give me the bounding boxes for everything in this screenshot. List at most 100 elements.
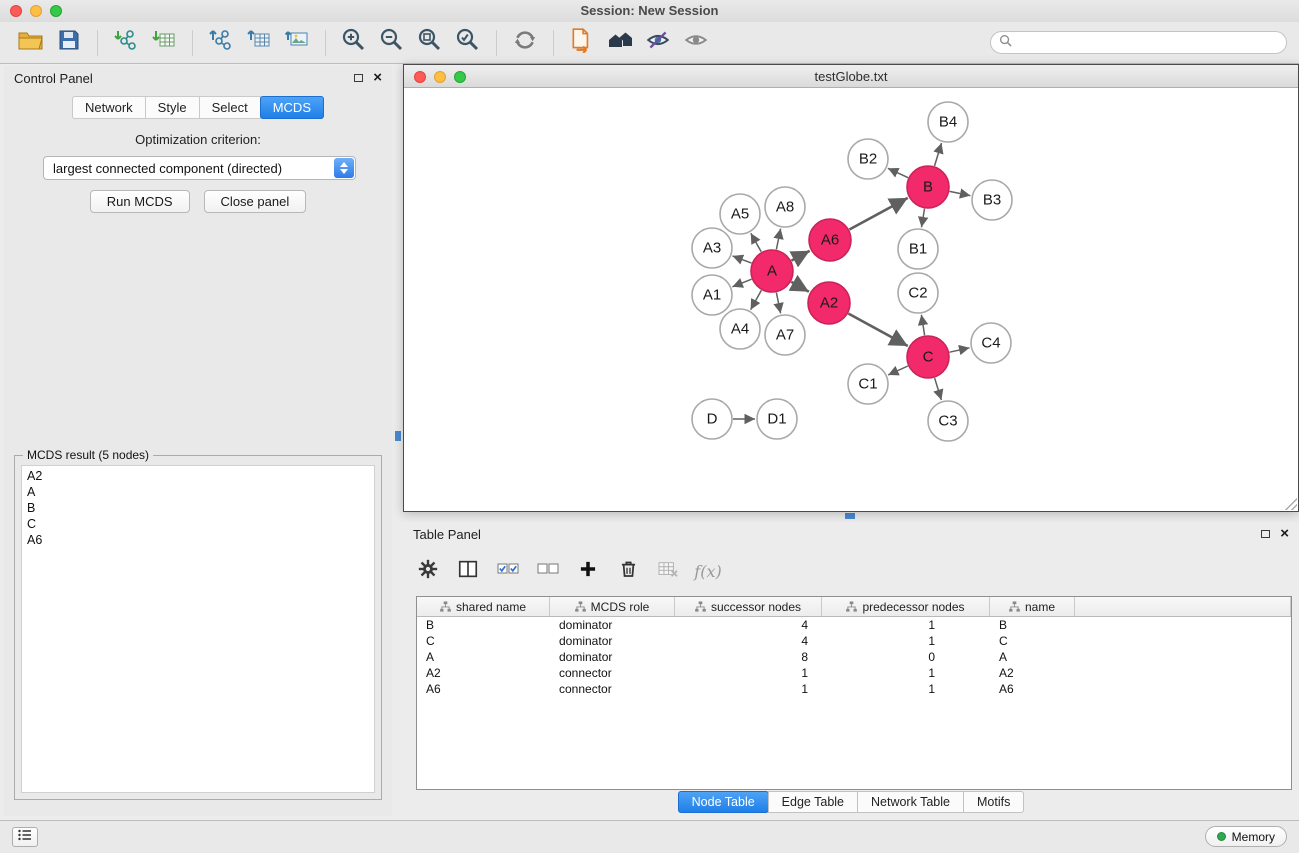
mcds-result-item[interactable]: B: [22, 500, 374, 516]
column-header-name[interactable]: name: [990, 597, 1075, 616]
graph-edge-A6-B[interactable]: [849, 198, 907, 230]
zoom-fit-button[interactable]: [411, 27, 449, 59]
graph-edge-B-B1[interactable]: [922, 209, 925, 228]
export-table-button[interactable]: [240, 27, 278, 59]
graph-edge-A-A6[interactable]: [791, 251, 809, 261]
table-cell[interactable]: 1: [822, 666, 990, 680]
graph-node-A2[interactable]: A2: [808, 282, 850, 324]
save-session-button[interactable]: [50, 27, 88, 59]
graph-edge-A-A2[interactable]: [791, 282, 809, 292]
table-cell[interactable]: B: [990, 618, 1075, 632]
table-cell[interactable]: dominator: [550, 618, 675, 632]
table-cell[interactable]: A: [990, 650, 1075, 664]
tab-mcds[interactable]: MCDS: [260, 96, 324, 119]
graph-node-B4[interactable]: B4: [928, 102, 968, 142]
graph-node-B[interactable]: B: [907, 166, 949, 208]
graph-node-D1[interactable]: D1: [757, 399, 797, 439]
table-cell[interactable]: 0: [822, 650, 990, 664]
table-cell[interactable]: 1: [822, 682, 990, 696]
show-column-button[interactable]: [451, 555, 485, 587]
table-row[interactable]: Bdominator41B: [417, 617, 1291, 633]
zoom-out-button[interactable]: [373, 27, 411, 59]
table-row[interactable]: Cdominator41C: [417, 633, 1291, 649]
network-canvas[interactable]: B4B2BB3A5A8A6B1A3AC2A1A2A4A7C4CC1C3DD1: [404, 88, 1298, 511]
column-header-MCDS-role[interactable]: MCDS role: [550, 597, 675, 616]
table-cell[interactable]: 1: [822, 618, 990, 632]
table-cell[interactable]: connector: [550, 682, 675, 696]
graph-edge-C-C1[interactable]: [888, 366, 908, 375]
show-graphics-details-button[interactable]: [677, 27, 715, 59]
graph-edge-B-B2[interactable]: [888, 168, 908, 177]
table-settings-button[interactable]: [411, 555, 445, 587]
table-cell[interactable]: A6: [417, 682, 550, 696]
graph-node-B2[interactable]: B2: [848, 139, 888, 179]
close-table-panel-icon[interactable]: ×: [1280, 528, 1289, 540]
graph-edge-A-A5[interactable]: [751, 233, 761, 252]
first-neighbors-button[interactable]: [563, 27, 601, 59]
table-cell[interactable]: dominator: [550, 634, 675, 648]
tab-network-table[interactable]: Network Table: [857, 791, 964, 813]
graph-edge-C-C2[interactable]: [921, 315, 924, 336]
mcds-result-item[interactable]: A2: [22, 468, 374, 484]
table-row[interactable]: A2connector11A2: [417, 665, 1291, 681]
graph-edge-A-A7[interactable]: [776, 293, 780, 314]
graph-edge-B-B3[interactable]: [950, 191, 971, 195]
graph-edge-C-C3[interactable]: [935, 378, 942, 400]
table-cell[interactable]: A6: [990, 682, 1075, 696]
graph-edge-A-A1[interactable]: [732, 279, 751, 287]
graph-node-D[interactable]: D: [692, 399, 732, 439]
tab-edge-table[interactable]: Edge Table: [768, 791, 858, 813]
graph-node-C3[interactable]: C3: [928, 401, 968, 441]
search-input[interactable]: [1017, 35, 1278, 50]
apply-layout-button[interactable]: [506, 27, 544, 59]
graph-edge-A2-C[interactable]: [848, 314, 908, 347]
export-network-button[interactable]: [202, 27, 240, 59]
deselect-all-rows-button[interactable]: [531, 555, 565, 587]
graph-node-B3[interactable]: B3: [972, 180, 1012, 220]
graph-edge-A-A3[interactable]: [733, 256, 752, 263]
table-cell[interactable]: 1: [675, 666, 822, 680]
table-cell[interactable]: dominator: [550, 650, 675, 664]
search-field[interactable]: [990, 31, 1287, 54]
graph-node-A4[interactable]: A4: [720, 309, 760, 349]
network-overview-button[interactable]: [601, 27, 639, 59]
column-header-shared-name[interactable]: shared name: [417, 597, 550, 616]
tab-select[interactable]: Select: [199, 96, 261, 119]
table-row[interactable]: Adominator80A: [417, 649, 1291, 665]
window-resize-grip[interactable]: [1285, 498, 1297, 510]
table-cell[interactable]: 4: [675, 634, 822, 648]
graph-edge-A-A4[interactable]: [751, 290, 762, 309]
table-cell[interactable]: 1: [822, 634, 990, 648]
graph-node-A[interactable]: A: [751, 250, 793, 292]
close-control-panel-icon[interactable]: ×: [373, 72, 382, 84]
mcds-result-item[interactable]: C: [22, 516, 374, 532]
table-cell[interactable]: 1: [675, 682, 822, 696]
graph-edge-A-A8[interactable]: [776, 229, 780, 250]
graph-node-A8[interactable]: A8: [765, 187, 805, 227]
optimization-criterion-dropdown[interactable]: largest connected component (directed): [43, 156, 356, 180]
open-session-button[interactable]: [12, 27, 50, 59]
delete-table-button[interactable]: [651, 555, 685, 587]
tab-node-table[interactable]: Node Table: [678, 791, 769, 813]
task-history-button[interactable]: [12, 827, 38, 847]
import-network-button[interactable]: [107, 27, 145, 59]
mcds-result-item[interactable]: A: [22, 484, 374, 500]
graph-node-A1[interactable]: A1: [692, 275, 732, 315]
hide-graphics-details-button[interactable]: [639, 27, 677, 59]
graph-node-A5[interactable]: A5: [720, 194, 760, 234]
function-builder-button[interactable]: f(x): [691, 555, 725, 587]
vertical-splitter-handle[interactable]: [395, 431, 401, 441]
graph-node-C2[interactable]: C2: [898, 273, 938, 313]
select-all-rows-button[interactable]: [491, 555, 525, 587]
export-image-button[interactable]: [278, 27, 316, 59]
graph-node-C4[interactable]: C4: [971, 323, 1011, 363]
zoom-selected-button[interactable]: [449, 27, 487, 59]
zoom-in-button[interactable]: [335, 27, 373, 59]
tab-style[interactable]: Style: [145, 96, 200, 119]
graph-node-A6[interactable]: A6: [809, 219, 851, 261]
table-cell[interactable]: A2: [990, 666, 1075, 680]
table-cell[interactable]: B: [417, 618, 550, 632]
table-cell[interactable]: connector: [550, 666, 675, 680]
close-panel-button[interactable]: Close panel: [204, 190, 307, 213]
create-column-button[interactable]: [571, 555, 605, 587]
